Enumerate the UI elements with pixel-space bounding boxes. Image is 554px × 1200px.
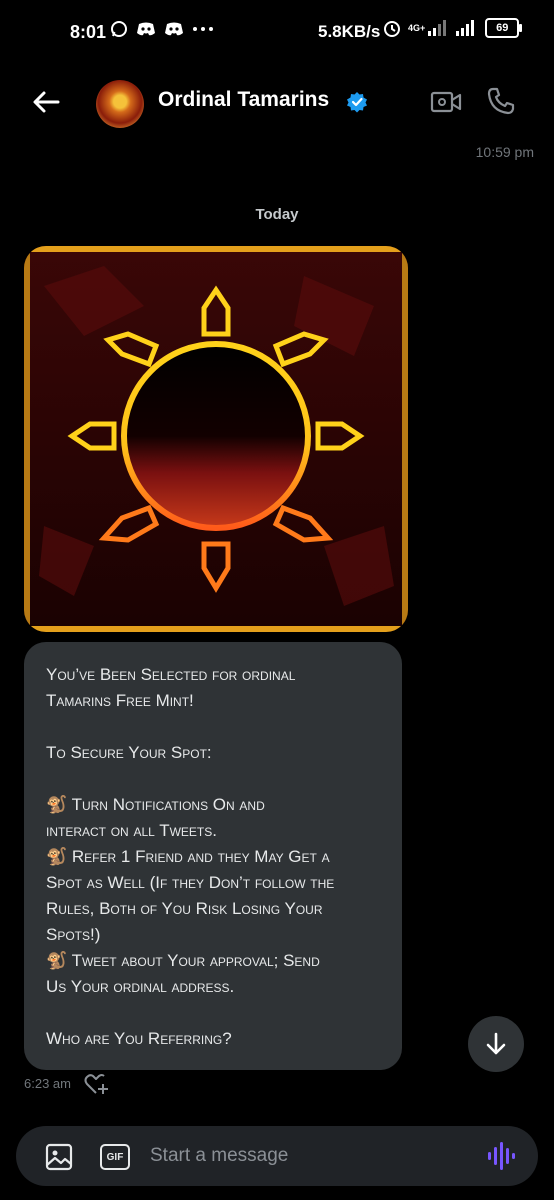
message-line: 🐒 Tweet about Your approval; Send [46,951,320,970]
arrow-down-icon [486,1032,506,1055]
discord-icon [165,22,183,36]
status-notification-icons [110,20,214,38]
message-line: Tamarins Free Mint! [46,691,194,710]
more-notifications-icon [193,27,213,31]
signal-icon [456,20,475,36]
message-line: Us Your ordinal address. [46,977,235,996]
message-line: interact on all Tweets. [46,821,217,840]
message-line: Rules, Both of You Risk Losing Your [46,899,323,918]
add-reaction-heart-icon[interactable] [84,1072,110,1096]
message-line: Spots!) [46,925,101,944]
alarm-icon [384,21,400,37]
signal-icon [428,20,447,36]
video-call-icon[interactable] [430,88,462,116]
discord-icon [137,22,155,36]
sun-pixel-art-image [24,246,408,632]
message-timestamp: 10:59 pm [475,144,534,160]
phone-call-icon[interactable] [486,86,516,116]
message-line: To Secure Your Spot: [46,743,212,762]
message-input[interactable]: Start a message [150,1145,288,1167]
avatar[interactable] [96,80,144,128]
message-text: You’ve Been Selected for ordinal Tamarins… [46,662,380,1052]
message-bubble[interactable]: You’ve Been Selected for ordinal Tamarins… [24,642,402,1070]
message-line: 🐒 Refer 1 Friend and they May Get a [46,847,330,866]
message-line: You’ve Been Selected for ordinal [46,665,296,684]
conversation-title[interactable]: Ordinal Tamarins [158,88,329,112]
status-time: 8:01 [70,22,107,42]
back-arrow-icon[interactable] [30,86,62,118]
verified-badge-icon [347,92,367,113]
image-attach-icon[interactable] [44,1142,74,1172]
battery-indicator: 69 [485,18,523,38]
gif-label: GIF [106,1151,124,1163]
whatsapp-icon [111,21,127,37]
network-speed: 5.8KB/s [318,22,381,41]
battery-level: 69 [496,22,509,34]
message-timestamp: 6:23 am [24,1076,71,1091]
message-image[interactable] [24,246,408,632]
message-line: Who are You Referring? [46,1029,232,1048]
status-system-icons: 4G+ 69 [382,18,523,38]
scroll-to-bottom-button[interactable] [468,1016,524,1072]
status-bar: 8:01 5.8KB/s 4G+ 69 [0,0,554,64]
message-line: 🐒 Turn Notifications On and [46,795,265,814]
message-line: Spot as Well (If they Don’t follow the [46,873,335,892]
voice-message-icon[interactable] [486,1140,516,1172]
date-divider: Today [255,206,299,223]
network-type-label: 4G+ [408,23,426,33]
gif-button[interactable]: GIF [100,1144,130,1170]
